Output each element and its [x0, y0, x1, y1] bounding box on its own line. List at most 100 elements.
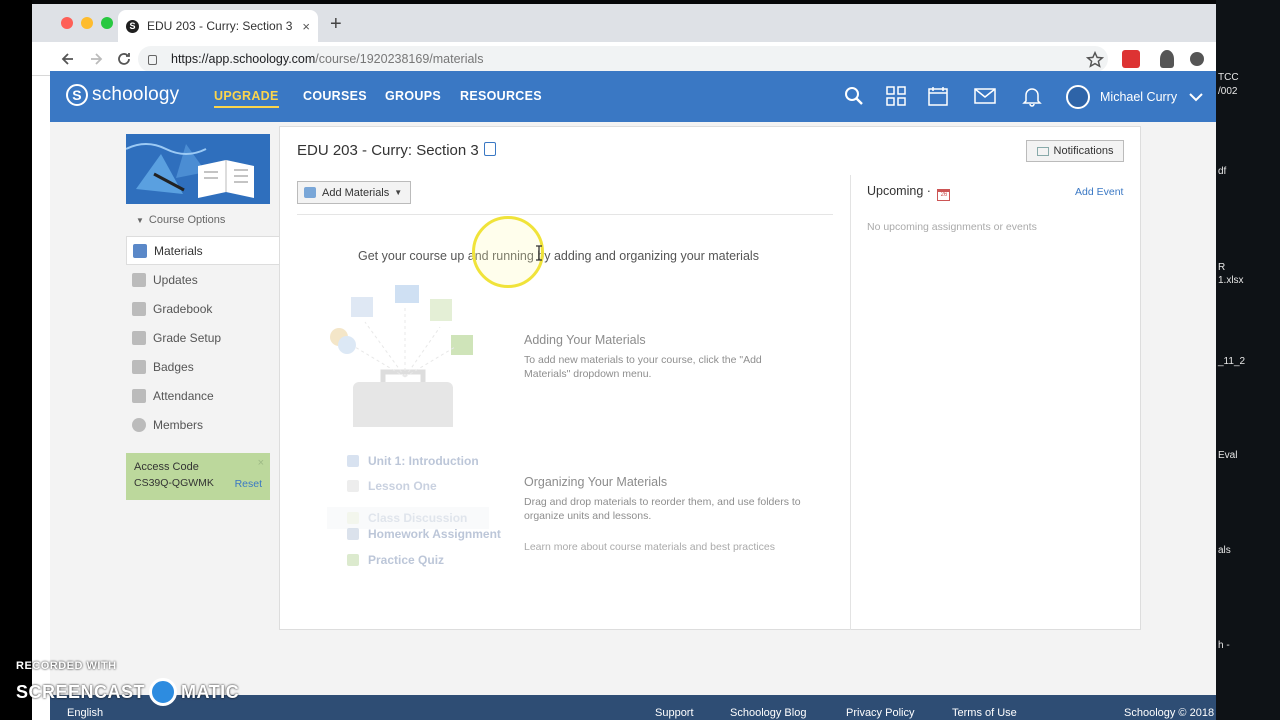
sample-discussion-item: Class Discussion	[327, 507, 489, 529]
screencast-watermark: RECORDED WITH SCREENCAST MATIC	[16, 660, 239, 706]
browser-window: S EDU 203 - Curry: Section 3 | S × + htt…	[32, 4, 1216, 720]
access-code-box: Access Code CS39Q-QGWMK Reset ×	[126, 453, 270, 500]
folder-icon	[347, 455, 359, 467]
watermark-right: MATIC	[181, 681, 240, 702]
logo-text: schoology	[92, 84, 180, 105]
course-options-menu[interactable]: ▼ Course Options	[126, 214, 281, 226]
page-icon	[347, 480, 359, 492]
reload-icon[interactable]	[114, 51, 134, 67]
text-cursor-icon	[536, 245, 542, 261]
screencast-logo-icon	[149, 678, 178, 706]
nav-upgrade[interactable]: UPGRADE	[214, 89, 279, 108]
empty-state-headline: Get your course up and running by adding…	[358, 249, 759, 263]
updates-icon	[132, 272, 146, 287]
lock-icon	[148, 55, 157, 65]
user-name: Michael Curry	[1100, 90, 1178, 104]
sidebar-item-members[interactable]: Members	[126, 410, 281, 439]
desktop-label: TCC	[1218, 72, 1239, 83]
sidebar-item-materials[interactable]: Materials	[126, 236, 279, 265]
desktop-label: /002	[1218, 86, 1238, 97]
calendar-icon[interactable]	[927, 85, 949, 107]
watermark-left: SCREENCAST	[16, 681, 146, 702]
desktop-left	[0, 0, 50, 720]
materials-icon	[133, 243, 147, 258]
messages-icon[interactable]	[974, 85, 996, 107]
footer-privacy-link[interactable]: Privacy Policy	[846, 707, 914, 719]
learn-more-link[interactable]: Learn more about course materials and be…	[524, 541, 775, 553]
sidebar-item-updates[interactable]: Updates	[126, 265, 281, 294]
grade-setup-icon	[132, 330, 146, 345]
avatar	[1066, 85, 1090, 109]
assignment-icon	[347, 528, 359, 540]
organizing-materials-heading: Organizing Your Materials	[524, 475, 668, 489]
adding-materials-heading: Adding Your Materials	[524, 333, 646, 347]
toolbox-illustration-icon	[330, 285, 473, 427]
footer-support-link[interactable]: Support	[655, 707, 694, 719]
sidebar-item-badges[interactable]: Badges	[126, 352, 281, 381]
close-window-button[interactable]	[61, 17, 73, 29]
upcoming-empty-text: No upcoming assignments or events	[867, 221, 1037, 233]
desktop-right: TCC /002 df R 1.xlsx _11_2 Eval als h -	[1216, 0, 1280, 720]
close-tab-icon[interactable]: ×	[302, 19, 310, 34]
minimize-window-button[interactable]	[81, 17, 93, 29]
schoology-logo-icon: S	[66, 84, 88, 106]
chevron-down-icon	[1189, 93, 1203, 102]
envelope-icon	[1036, 146, 1049, 156]
apps-grid-icon[interactable]	[885, 85, 907, 107]
schoology-nav: S schoology UPGRADE COURSES GROUPS RESOU…	[50, 71, 1216, 122]
sample-folder-item: Unit 1: Introduction	[347, 454, 479, 468]
close-icon[interactable]: ×	[258, 457, 264, 469]
maximize-window-button[interactable]	[101, 17, 113, 29]
user-menu[interactable]: Michael Curry	[1066, 85, 1203, 109]
extension-icon[interactable]	[1122, 50, 1140, 68]
desktop-label: 1.xlsx	[1218, 275, 1244, 286]
url-text: https://app.schoology.com/course/1920238…	[171, 52, 484, 66]
schoology-logo[interactable]: S schoology	[66, 84, 179, 106]
tab-title: EDU 203 - Curry: Section 3 | S	[147, 19, 297, 33]
browser-tab[interactable]: S EDU 203 - Curry: Section 3 | S ×	[118, 10, 318, 42]
extension-icon[interactable]	[1160, 50, 1174, 68]
add-materials-button[interactable]: Add Materials ▼	[297, 181, 411, 204]
tab-bar: S EDU 203 - Curry: Section 3 | S × +	[32, 4, 1216, 42]
notifications-button[interactable]: Notifications	[1026, 140, 1124, 162]
page-title: EDU 203 - Curry: Section 3	[297, 142, 496, 159]
caret-down-icon: ▼	[136, 216, 144, 225]
footer-language[interactable]: English	[67, 707, 103, 719]
course-menu: Materials Updates Gradebook Grade Setup …	[126, 236, 281, 439]
page-content: ▼ Course Options Materials Updates Gradeb…	[50, 122, 1216, 699]
sample-assignment-item: Homework Assignment	[347, 527, 501, 541]
bookmark-star-icon[interactable]	[1086, 51, 1104, 69]
footer-blog-link[interactable]: Schoology Blog	[730, 707, 806, 719]
back-arrow-icon[interactable]	[58, 51, 78, 67]
course-sidebar: ▼ Course Options Materials Updates Gradeb…	[126, 134, 281, 500]
organizing-materials-description: Drag and drop materials to reorder them,…	[524, 496, 801, 522]
desktop-label: Eval	[1218, 450, 1238, 461]
search-icon[interactable]	[843, 85, 865, 107]
footer-terms-link[interactable]: Terms of Use	[952, 707, 1017, 719]
nav-resources[interactable]: RESOURCES	[460, 89, 542, 103]
new-tab-button[interactable]: +	[330, 14, 342, 34]
desktop-label: R	[1218, 262, 1226, 273]
members-icon	[132, 417, 146, 432]
sidebar-item-grade-setup[interactable]: Grade Setup	[126, 323, 281, 352]
sidebar-item-attendance[interactable]: Attendance	[126, 381, 281, 410]
notifications-bell-icon[interactable]	[1021, 85, 1043, 107]
extension-icon[interactable]	[1190, 52, 1204, 66]
forward-arrow-icon[interactable]	[86, 51, 106, 67]
nav-courses[interactable]: COURSES	[303, 89, 367, 103]
sidebar-item-gradebook[interactable]: Gradebook	[126, 294, 281, 323]
reset-code-link[interactable]: Reset	[235, 478, 262, 490]
column-divider	[850, 175, 851, 630]
nav-groups[interactable]: GROUPS	[385, 89, 441, 103]
quiz-puzzle-icon	[347, 554, 359, 566]
badge-star-icon	[132, 359, 146, 374]
add-event-link[interactable]: Add Event	[1075, 186, 1123, 198]
address-bar[interactable]: https://app.schoology.com/course/1920238…	[138, 46, 1108, 72]
access-code-label: Access Code	[134, 461, 199, 473]
adding-materials-description: To add new materials to your course, cli…	[524, 354, 762, 380]
desktop-label: als	[1218, 545, 1231, 556]
sample-quiz-item: Practice Quiz	[347, 553, 444, 567]
course-banner-image	[126, 134, 270, 204]
gradebook-icon	[132, 301, 146, 316]
discussion-icon	[347, 512, 359, 524]
